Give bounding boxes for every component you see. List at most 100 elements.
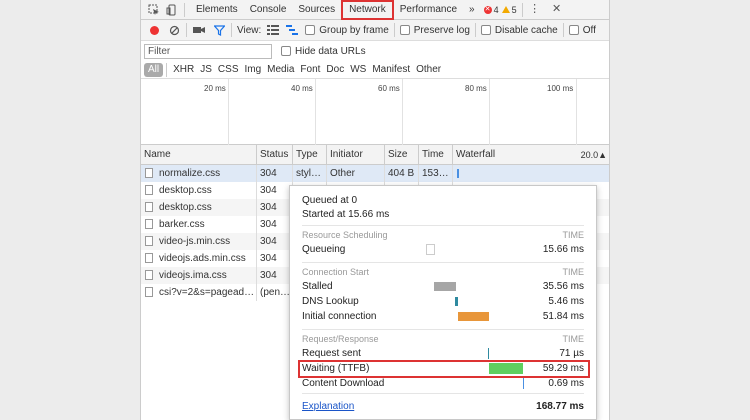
- close-icon[interactable]: ✕: [550, 3, 564, 17]
- divider: [521, 2, 523, 17]
- column-type[interactable]: Type: [293, 145, 327, 165]
- tick-label: 40 ms: [291, 84, 313, 93]
- tick-gridline: [576, 79, 577, 145]
- device-toolbar-icon[interactable]: [165, 3, 179, 17]
- devtools-tab-bar: Elements Console Sources Network Perform…: [141, 0, 609, 20]
- column-time[interactable]: Time: [419, 145, 453, 165]
- type-filter-img[interactable]: Img: [241, 63, 264, 77]
- row-name: normalize.css: [159, 168, 221, 179]
- row-name: csi?v=2&s=pagead…: [159, 287, 255, 298]
- network-toolbar: View: Group by frame Preserve log Disabl…: [141, 20, 609, 41]
- tab-network[interactable]: Network: [341, 0, 394, 20]
- column-waterfall[interactable]: Waterfall 20.0▲: [453, 145, 609, 165]
- divider: [302, 262, 584, 263]
- inspect-element-icon[interactable]: [147, 3, 161, 17]
- tick-label: 60 ms: [378, 84, 400, 93]
- section-title-resource-scheduling: Resource Scheduling: [302, 230, 388, 240]
- warning-counter[interactable]: 5: [501, 5, 517, 15]
- file-icon: [145, 185, 153, 195]
- stalled-bar: [434, 282, 456, 291]
- row-name: videojs.ads.min.css: [159, 253, 246, 264]
- divider: [231, 23, 232, 37]
- waterfall-sort-indicator[interactable]: 20.0▲: [581, 145, 607, 165]
- queueing-value: 15.66 ms: [542, 244, 584, 255]
- queueing-label: Queueing: [302, 244, 346, 255]
- tab-console[interactable]: Console: [244, 0, 293, 20]
- time-column-header: TIME: [562, 267, 585, 277]
- initial-connection-value: 51.84 ms: [542, 311, 584, 322]
- section-title-connection-start: Connection Start: [302, 267, 370, 277]
- network-overview-timeline[interactable]: 20 ms 40 ms 60 ms 80 ms 100 ms: [141, 79, 609, 145]
- overview-icon[interactable]: [285, 23, 299, 37]
- file-icon: [145, 202, 153, 212]
- queueing-bar: [426, 244, 435, 255]
- tab-performance[interactable]: Performance: [394, 0, 463, 20]
- type-filter-doc[interactable]: Doc: [323, 63, 347, 77]
- type-filter-xhr[interactable]: XHR: [170, 63, 197, 77]
- column-size[interactable]: Size: [385, 145, 419, 165]
- type-filter-ws[interactable]: WS: [347, 63, 369, 77]
- large-rows-icon[interactable]: [266, 23, 280, 37]
- tab-sources[interactable]: Sources: [292, 0, 341, 20]
- waterfall-bar: [457, 169, 459, 178]
- type-filter-media[interactable]: Media: [264, 63, 297, 77]
- waiting-ttfb-label: Waiting (TTFB): [302, 363, 370, 374]
- explanation-link[interactable]: Explanation: [302, 401, 354, 412]
- dns-lookup-value: 5.46 ms: [548, 296, 584, 307]
- capture-screenshots-icon[interactable]: [192, 23, 206, 37]
- content-download-label: Content Download: [302, 378, 385, 389]
- tick-gridline: [402, 79, 403, 145]
- preserve-log-label: Preserve log: [413, 24, 470, 36]
- hide-data-urls-checkbox[interactable]: [281, 46, 291, 56]
- queued-at-text: Queued at 0: [302, 195, 358, 206]
- timing-breakdown-popup: Queued at 0 Started at 15.66 ms Resource…: [289, 185, 597, 420]
- type-filter-js[interactable]: JS: [197, 63, 215, 77]
- divider: [184, 2, 185, 17]
- content-download-value: 0.69 ms: [548, 378, 584, 389]
- row-name-cell: csi?v=2&s=pagead…: [141, 284, 257, 301]
- more-tabs-button[interactable]: »: [463, 0, 481, 20]
- disable-cache-checkbox[interactable]: [480, 25, 491, 35]
- dns-lookup-bar: [455, 297, 458, 306]
- type-filter-font[interactable]: Font: [297, 63, 323, 77]
- row-name: desktop.css: [159, 202, 212, 213]
- row-name: desktop.css: [159, 185, 212, 196]
- row-size: 404 B: [385, 165, 419, 182]
- started-at-text: Started at 15.66 ms: [302, 209, 390, 220]
- table-row[interactable]: normalize.css 304 styl… Other 404 B 153…: [141, 165, 609, 182]
- error-counter[interactable]: ✕ 4: [483, 5, 499, 15]
- type-filter-other[interactable]: Other: [413, 63, 444, 77]
- type-filter-all[interactable]: All: [144, 62, 164, 77]
- resource-type-bar: All XHR JS CSS Img Media Font Doc WS Man…: [141, 61, 609, 79]
- tab-elements[interactable]: Elements: [190, 0, 244, 20]
- row-status: 304: [257, 267, 293, 284]
- column-initiator[interactable]: Initiator: [327, 145, 385, 165]
- request-sent-label: Request sent: [302, 348, 361, 359]
- request-sent-bar: [488, 348, 489, 359]
- menu-icon[interactable]: ⋮: [528, 3, 542, 17]
- divider: [393, 23, 395, 37]
- filter-input[interactable]: [144, 43, 272, 59]
- offline-label: Off: [582, 24, 596, 36]
- row-name-cell: desktop.css: [141, 199, 257, 216]
- type-filter-manifest[interactable]: Manifest: [369, 63, 413, 77]
- clear-icon[interactable]: [167, 23, 181, 37]
- time-column-header: TIME: [562, 334, 585, 344]
- record-icon[interactable]: [147, 23, 161, 37]
- type-filter-css[interactable]: CSS: [215, 63, 242, 77]
- column-name[interactable]: Name: [141, 145, 257, 165]
- filter-icon[interactable]: [212, 23, 226, 37]
- row-status: 304: [257, 199, 293, 216]
- tick-label: 20 ms: [204, 84, 226, 93]
- row-name-cell: normalize.css: [141, 165, 257, 182]
- file-icon: [145, 287, 153, 297]
- group-by-frame-label: Group by frame: [319, 24, 389, 36]
- preserve-log-checkbox[interactable]: [399, 25, 410, 35]
- request-sent-value: 71 µs: [559, 348, 584, 359]
- divider: [562, 23, 564, 37]
- group-by-frame-checkbox[interactable]: [305, 25, 316, 35]
- divider: [302, 225, 584, 226]
- column-status[interactable]: Status: [257, 145, 293, 165]
- offline-checkbox[interactable]: [568, 25, 579, 35]
- row-status: 304: [257, 165, 293, 182]
